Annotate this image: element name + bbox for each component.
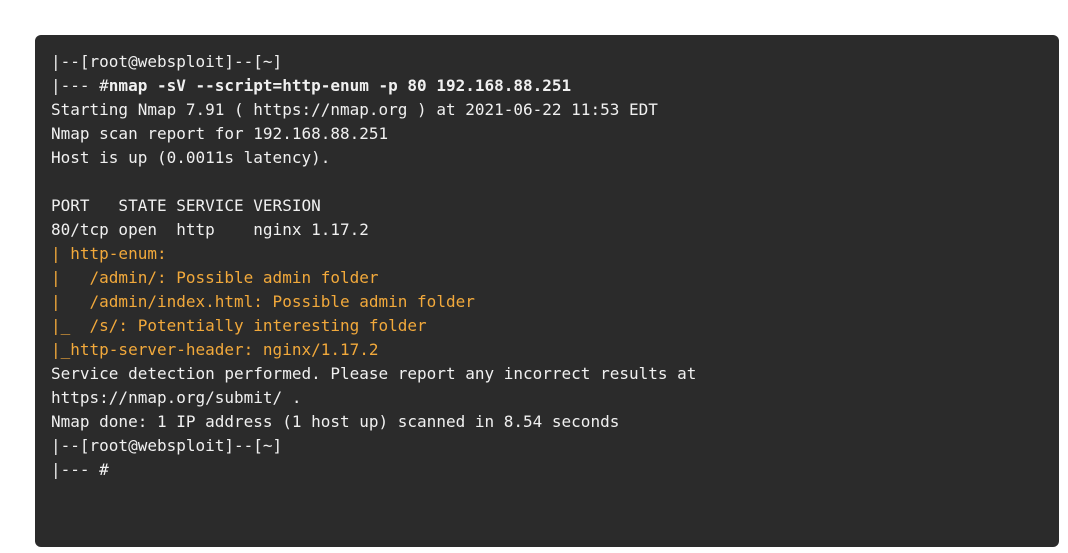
prompt-line: |--[root@websploit]--[~] xyxy=(51,52,283,71)
output-line: Starting Nmap 7.91 ( https://nmap.org ) … xyxy=(51,100,658,119)
output-line: PORT STATE SERVICE VERSION xyxy=(51,196,321,215)
prompt-symbol: |--- # xyxy=(51,76,109,95)
output-line: https://nmap.org/submit/ . xyxy=(51,388,302,407)
terminal-window[interactable]: |--[root@websploit]--[~] |--- #nmap -sV … xyxy=(35,35,1059,547)
script-output-line: | http-enum: xyxy=(51,244,167,263)
output-line: Host is up (0.0011s latency). xyxy=(51,148,331,167)
output-line: 80/tcp open http nginx 1.17.2 xyxy=(51,220,369,239)
output-line: Service detection performed. Please repo… xyxy=(51,364,697,383)
script-output-line: |_ /s/: Potentially interesting folder xyxy=(51,316,427,335)
output-line: Nmap done: 1 IP address (1 host up) scan… xyxy=(51,412,620,431)
prompt-line: |--[root@websploit]--[~] xyxy=(51,436,283,455)
command-text: nmap -sV --script=http-enum -p 80 192.16… xyxy=(108,76,572,95)
script-output-line: | /admin/: Possible admin folder xyxy=(51,268,379,287)
script-output-line: |_http-server-header: nginx/1.17.2 xyxy=(51,340,379,359)
output-line: Nmap scan report for 192.168.88.251 xyxy=(51,124,389,143)
command-line: |--- #nmap -sV --script=http-enum -p 80 … xyxy=(51,74,1043,98)
script-output-line: | /admin/index.html: Possible admin fold… xyxy=(51,292,475,311)
command-prompt-input[interactable]: |--- # xyxy=(51,458,1043,482)
